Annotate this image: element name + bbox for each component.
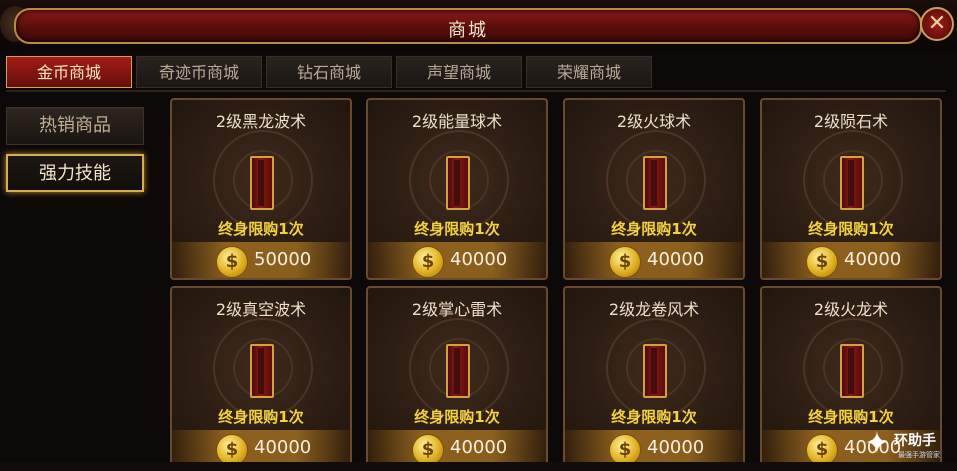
purchase-limit: 终身限购1次 — [414, 220, 500, 238]
skill-book-icon — [840, 344, 864, 398]
purchase-limit: 终身限购1次 — [218, 220, 304, 238]
tab-gold-shop[interactable]: 金币商城 — [6, 56, 132, 88]
item-price: 40000 — [647, 249, 705, 270]
item-card[interactable]: 2级掌心雷术 终身限购1次 $ 40000 — [366, 286, 548, 468]
item-name: 2级真空波术 — [215, 300, 307, 319]
item-name: 2级掌心雷术 — [411, 300, 503, 319]
skill-book-icon — [250, 156, 274, 210]
item-name: 2级火球术 — [616, 112, 692, 131]
gold-coin-icon: $ — [806, 246, 838, 278]
item-name: 2级龙卷风术 — [608, 300, 700, 319]
tab-reputation-shop[interactable]: 声望商城 — [396, 56, 522, 88]
gold-coin-icon: $ — [412, 246, 444, 278]
skill-book-icon — [446, 344, 470, 398]
item-card[interactable]: 2级真空波术 终身限购1次 $ 40000 — [170, 286, 352, 468]
item-name: 2级能量球术 — [411, 112, 503, 131]
skill-book-icon — [840, 156, 864, 210]
watermark-subtext: 最强手游管家 — [898, 451, 940, 459]
item-card[interactable]: 2级黑龙波术 终身限购1次 $ 50000 — [170, 98, 352, 280]
bottom-strip — [0, 462, 957, 471]
skill-book-icon — [250, 344, 274, 398]
purchase-limit: 终身限购1次 — [611, 408, 697, 426]
tab-honor-shop[interactable]: 荣耀商城 — [526, 56, 652, 88]
watermark-logo-icon: ✦ — [864, 426, 890, 461]
purchase-limit: 终身限购1次 — [808, 220, 894, 238]
watermark-text: 环助手 — [894, 433, 936, 449]
watermark: ✦ 环助手 最强手游管家 — [860, 424, 952, 464]
skill-book-icon — [643, 156, 667, 210]
tab-miracle-coin-shop[interactable]: 奇迹币商城 — [136, 56, 262, 88]
window-title: 商城 — [448, 20, 488, 41]
item-price: 40000 — [450, 249, 508, 270]
item-card[interactable]: 2级能量球术 终身限购1次 $ 40000 — [366, 98, 548, 280]
purchase-limit: 终身限购1次 — [218, 408, 304, 426]
item-price: 40000 — [647, 437, 705, 458]
item-card[interactable]: 2级龙卷风术 终身限购1次 $ 40000 — [563, 286, 745, 468]
close-x-icon: ✕ — [927, 11, 947, 36]
purchase-limit: 终身限购1次 — [611, 220, 697, 238]
sidebar-item-hot-items[interactable]: 热销商品 — [6, 107, 144, 145]
gold-coin-icon: $ — [216, 246, 248, 278]
skill-book-icon — [643, 344, 667, 398]
item-price: 50000 — [254, 249, 312, 270]
item-name: 2级火龙术 — [813, 300, 889, 319]
sidebar-item-power-skills[interactable]: 强力技能 — [6, 154, 144, 192]
item-price: 40000 — [450, 437, 508, 458]
tab-divider — [6, 90, 946, 92]
item-name: 2级陨石术 — [813, 112, 889, 131]
item-card[interactable]: 2级火球术 终身限购1次 $ 40000 — [563, 98, 745, 280]
title-bar: 商城 ✕ — [0, 0, 957, 50]
item-card[interactable]: 2级陨石术 终身限购1次 $ 40000 — [760, 98, 942, 280]
item-price: 40000 — [254, 437, 312, 458]
item-price: 40000 — [844, 249, 902, 270]
purchase-limit: 终身限购1次 — [414, 408, 500, 426]
item-name: 2级黑龙波术 — [215, 112, 307, 131]
skill-book-icon — [446, 156, 470, 210]
title-strip: 商城 — [14, 8, 922, 44]
tab-diamond-shop[interactable]: 钻石商城 — [266, 56, 392, 88]
close-button[interactable]: ✕ — [920, 7, 954, 41]
gold-coin-icon: $ — [609, 246, 641, 278]
